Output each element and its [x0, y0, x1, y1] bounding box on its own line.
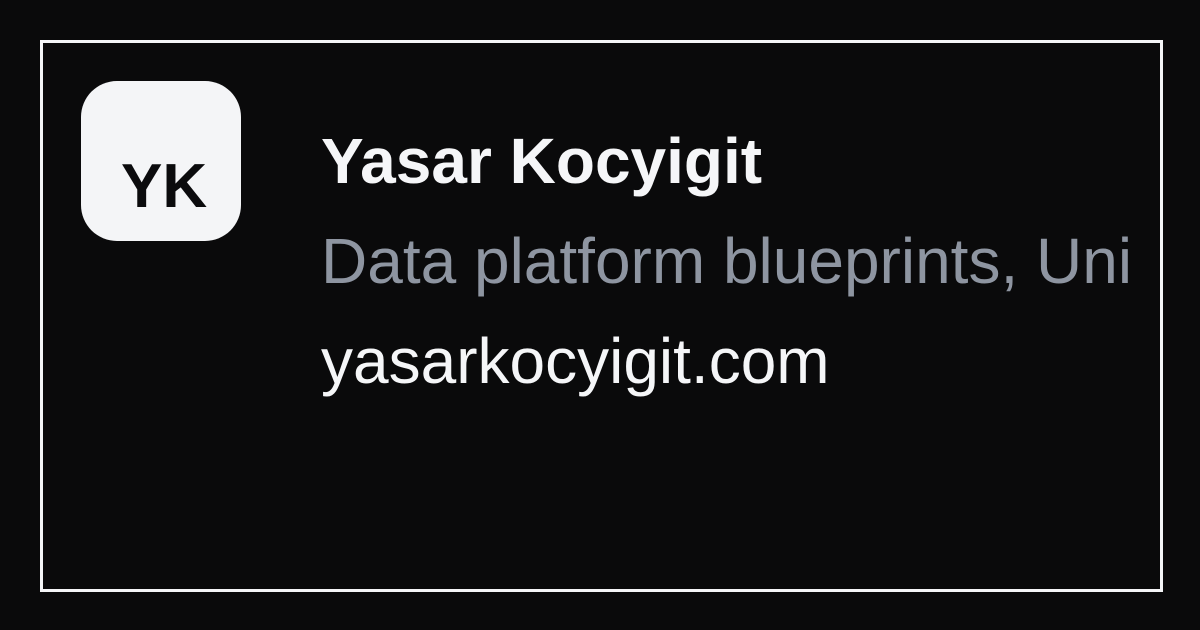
profile-card: YK Yasar Kocyigit Data platform blueprin…: [40, 40, 1163, 592]
profile-name: Yasar Kocyigit: [321, 125, 763, 197]
avatar: YK: [81, 81, 241, 241]
avatar-initials: YK: [121, 152, 208, 221]
profile-tagline: Data platform blueprints, Uni: [321, 225, 1133, 297]
profile-website: yasarkocyigit.com: [321, 325, 830, 397]
